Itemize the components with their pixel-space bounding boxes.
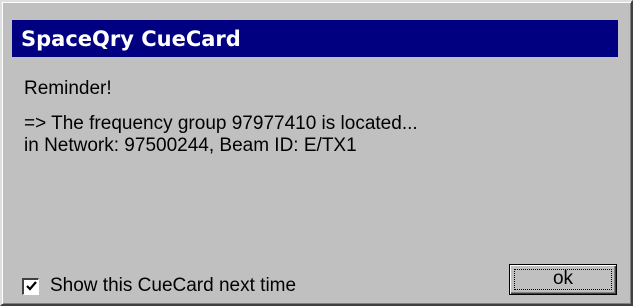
show-next-time-option[interactable]: Show this CueCard next time [22, 275, 296, 297]
ok-button[interactable]: ok [509, 264, 617, 295]
title-bar[interactable]: SpaceQry CueCard [12, 20, 618, 57]
cuecard-dialog: SpaceQry CueCard Reminder! => The freque… [0, 0, 633, 306]
checkmark-icon [25, 281, 37, 291]
message-line-1: => The frequency group 97977410 is locat… [24, 113, 418, 134]
ok-button-label: ok [552, 267, 574, 289]
message-line-2: in Network: 97500244, Beam ID: E/TX1 [24, 135, 357, 156]
message-area: Reminder! => The frequency group 9797741… [24, 78, 614, 157]
show-next-time-label: Show this CueCard next time [50, 275, 297, 296]
window-title: SpaceQry CueCard [21, 26, 241, 51]
show-next-time-checkbox[interactable] [22, 277, 39, 295]
reminder-heading: Reminder! [24, 78, 112, 99]
